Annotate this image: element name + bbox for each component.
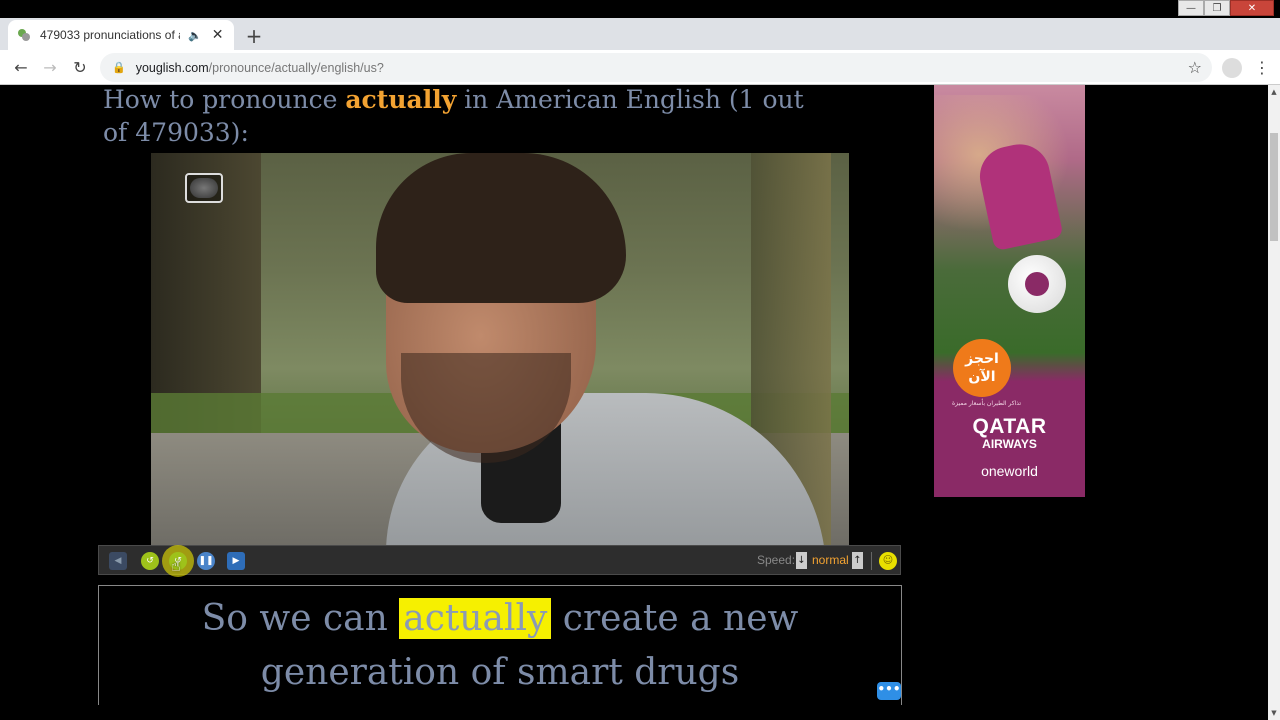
page-title: How to pronounce actually in American En… bbox=[103, 85, 823, 149]
speed-value: normal bbox=[812, 553, 849, 567]
window-titlebar: — ❐ ✕ bbox=[0, 0, 1280, 18]
address-bar: ← → ↻ 🔒 youglish.com/pronounce/actually/… bbox=[0, 50, 1280, 85]
advertisement[interactable]: احجز الآن تذاكر الطيران بأسعار مميزة QAT… bbox=[934, 85, 1085, 497]
next-icon[interactable]: ▶ bbox=[227, 552, 245, 570]
page-content: How to pronounce actually in American En… bbox=[0, 85, 1268, 720]
minimize-icon[interactable]: — bbox=[1178, 0, 1204, 16]
restore-icon[interactable]: ❐ bbox=[1204, 0, 1230, 16]
lock-icon: 🔒 bbox=[112, 61, 126, 74]
more-options-button[interactable]: ••• bbox=[877, 682, 901, 700]
tab-title: 479033 pronunciations of ac bbox=[40, 28, 180, 42]
url-text: youglish.com/pronounce/actually/english/… bbox=[136, 61, 384, 75]
heading-word: actually bbox=[345, 85, 457, 114]
url-path: /pronounce/actually/english/us? bbox=[208, 60, 384, 75]
browser-tab[interactable]: 479033 pronunciations of ac 🔈 ✕ bbox=[8, 20, 234, 50]
scroll-down-icon[interactable]: ▼ bbox=[1270, 709, 1278, 717]
speed-label: Speed: bbox=[757, 553, 796, 567]
reload-icon[interactable]: ↻ bbox=[69, 56, 91, 78]
divider bbox=[871, 552, 872, 570]
cursor-icon: ☝ bbox=[171, 556, 181, 575]
favicon-icon bbox=[16, 27, 32, 43]
ad-brand: QATAR bbox=[972, 415, 1047, 438]
heading-prefix: How to pronounce bbox=[103, 85, 346, 114]
smiley-icon[interactable]: ☺ bbox=[879, 552, 897, 570]
ad-ball-icon bbox=[1008, 255, 1066, 313]
url-input[interactable]: 🔒 youglish.com/pronounce/actually/englis… bbox=[100, 53, 1212, 82]
speed-up-icon[interactable]: ↑ bbox=[852, 552, 863, 569]
caption-before: So we can bbox=[201, 598, 400, 639]
ad-alliance: oneworld bbox=[981, 463, 1038, 479]
close-icon[interactable]: ✕ bbox=[212, 27, 224, 43]
replay-icon[interactable]: ↺ bbox=[141, 552, 159, 570]
scroll-up-icon[interactable]: ▲ bbox=[1270, 88, 1278, 96]
ad-small-text: تذاكر الطيران بأسعار مميزة bbox=[952, 400, 1022, 407]
scroll-thumb[interactable] bbox=[1270, 133, 1278, 241]
ad-brand-sub: AIRWAYS bbox=[982, 437, 1037, 451]
speaker-icon[interactable]: 🔈 bbox=[188, 29, 202, 42]
player-controls: ◀ ↺ ↺ ☝ ❚❚ ▶ Speed: ↓ normal ↑ ☺ bbox=[98, 545, 901, 575]
tab-strip: 479033 pronunciations of ac 🔈 ✕ + bbox=[0, 18, 1280, 50]
video-player[interactable] bbox=[151, 153, 849, 545]
window-controls: — ❐ ✕ bbox=[1178, 0, 1274, 18]
page-scrollbar[interactable]: ▲ ▼ bbox=[1268, 85, 1280, 720]
ad-book-now-badge[interactable]: احجز الآن bbox=[953, 339, 1011, 397]
video-person bbox=[376, 153, 626, 303]
back-icon[interactable]: ← bbox=[10, 56, 32, 78]
url-host: youglish.com bbox=[135, 60, 209, 75]
forward-icon[interactable]: → bbox=[39, 56, 61, 78]
caption-highlight: actually bbox=[399, 598, 552, 639]
star-icon[interactable]: ☆ bbox=[1188, 58, 1202, 77]
channel-logo-icon bbox=[185, 173, 223, 203]
new-tab-icon[interactable]: + bbox=[242, 24, 266, 48]
pause-icon[interactable]: ❚❚ bbox=[197, 552, 215, 570]
menu-icon[interactable]: ⋮ bbox=[1254, 58, 1270, 77]
speed-down-icon[interactable]: ↓ bbox=[796, 552, 807, 569]
profile-icon[interactable] bbox=[1222, 58, 1242, 78]
window-close-icon[interactable]: ✕ bbox=[1230, 0, 1274, 16]
previous-icon[interactable]: ◀ bbox=[109, 552, 127, 570]
caption-box: So we can actually create a new generati… bbox=[98, 585, 902, 705]
caption-text: So we can actually create a new generati… bbox=[99, 592, 901, 700]
